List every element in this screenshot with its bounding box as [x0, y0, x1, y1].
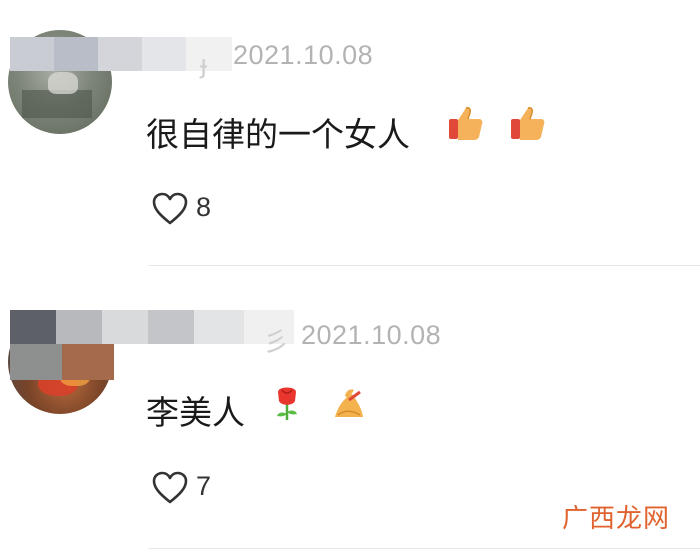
watermark: 广西龙网 [561, 504, 670, 534]
username-tail: ɟ [200, 50, 208, 80]
comment-timestamp: 2021.10.08 [301, 320, 442, 350]
comment-text: 很自律的一个女人 [146, 115, 410, 154]
like-count: 8 [196, 192, 212, 222]
heart-icon[interactable] [152, 471, 188, 505]
comment-item: ɟ 2021.10.08 很自律的一个女人 8 [0, 0, 700, 266]
fortune-cookie-icon [335, 389, 363, 417]
thumbs-up-icon [449, 107, 483, 140]
username-redacted [10, 344, 114, 380]
rose-icon [277, 387, 297, 420]
comment-timestamp: 2021.10.08 [233, 40, 374, 70]
heart-icon[interactable] [152, 192, 188, 226]
username-redacted[interactable] [10, 310, 294, 344]
username-redacted[interactable] [10, 37, 232, 71]
username-tail: 彡 [263, 328, 290, 358]
like-count: 7 [196, 471, 212, 501]
comment-text: 李美人 [146, 393, 245, 432]
thumbs-up-icon [511, 107, 545, 140]
